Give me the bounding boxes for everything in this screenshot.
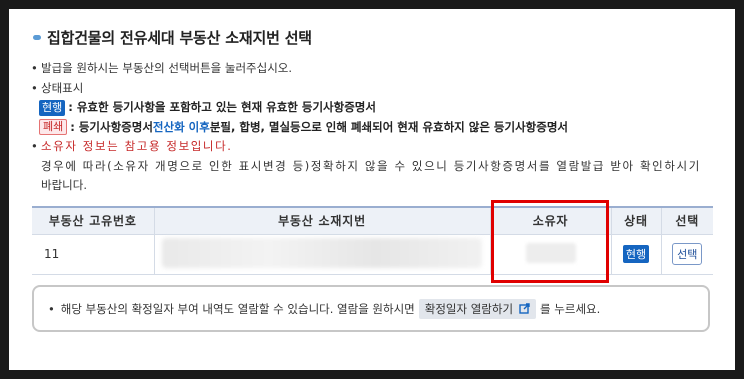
status-legend-text: : 유효한 등기사항을 포함하고 있는 현재 유효한 등기사항증명서: [68, 100, 376, 114]
select-button[interactable]: 선택: [672, 243, 703, 265]
table-row: 11 현행 선택: [32, 234, 713, 275]
instructions: • 발급을 원하시는 부동산의 선택버튼을 눌러주십시오. • 상태표시 현행 …: [31, 59, 721, 196]
title-bar: 집합건물의 전유세대 부동산 소재지번 선택: [33, 27, 312, 48]
notice-text: 를 누르세요.: [540, 301, 601, 316]
bullet-icon: •: [31, 139, 38, 153]
status-legend-highlight: 전산화 이후: [152, 119, 210, 134]
bullet-icon: •: [31, 61, 38, 75]
notice-box: • 해당 부동산의 확정일자 부여 내역도 열람할 수 있습니다. 열람을 원하…: [32, 285, 710, 332]
status-legend-text: : 등기사항증명서: [70, 119, 153, 134]
status-legend-closed: 폐쇄 : 등기사항증명서 전산화 이후 분필, 합병, 멸실등으로 인해 폐쇄되…: [31, 118, 721, 138]
table-header-row: 부동산 고유번호 부동산 소재지번 소유자 상태 선택: [32, 206, 713, 235]
instruction-text: 발급을 원하시는 부동산의 선택버튼을 눌러주십시오.: [41, 61, 293, 75]
bullet-icon: •: [48, 301, 55, 316]
redacted-address: [162, 237, 482, 268]
owner-highlight-box: [491, 200, 609, 283]
status-legend-current: 현행 : 유효한 등기사항을 포함하고 있는 현재 유효한 등기사항증명서: [31, 98, 721, 118]
view-button-label: 확정일자 열람하기: [424, 301, 514, 316]
col-header-id: 부동산 고유번호: [32, 206, 155, 235]
cell-status: 현행: [611, 234, 662, 275]
status-badge: 현행: [622, 245, 650, 263]
cell-address: [154, 234, 491, 275]
bullet-icon: •: [31, 80, 38, 95]
owner-note-text: 경우에 따라(소유자 개명으로 인한 표시변경 등)정확하지 않을 수 있으니 …: [41, 158, 701, 173]
title-marker-icon: [33, 35, 41, 40]
view-confirmed-date-button[interactable]: 확정일자 열람하기: [418, 298, 537, 319]
status-badge-closed: 폐쇄: [39, 119, 68, 136]
main-panel: 집합건물의 전유세대 부동산 소재지번 선택 • 발급을 원하시는 부동산의 선…: [9, 9, 735, 370]
instruction-item: • 발급을 원하시는 부동산의 선택버튼을 눌러주십시오.: [31, 59, 721, 79]
cell-select: 선택: [661, 234, 713, 275]
owner-warning-text: 소유자 정보는 참고용 정보입니다.: [41, 139, 233, 153]
cell-id: 11: [32, 234, 155, 275]
property-table: 부동산 고유번호 부동산 소재지번 소유자 상태 선택 11 현행 선택: [32, 206, 713, 275]
col-header-select: 선택: [661, 206, 713, 235]
owner-note-cont: 바랍니다.: [31, 176, 721, 196]
instruction-item: • 상태표시: [31, 79, 721, 99]
status-legend-text: 분필, 합병, 멸실등으로 인해 폐쇄되어 현재 유효하지 않은 등기사항증명서: [209, 119, 568, 134]
col-header-address: 부동산 소재지번: [154, 206, 491, 235]
owner-note: 경우에 따라(소유자 개명으로 인한 표시변경 등)정확하지 않을 수 있으니 …: [31, 157, 721, 177]
col-header-status: 상태: [611, 206, 662, 235]
status-badge-current: 현행: [39, 99, 66, 116]
notice-text: 해당 부동산의 확정일자 부여 내역도 열람할 수 있습니다. 열람을 원하시면: [60, 301, 415, 316]
instruction-text: 상태표시: [41, 80, 84, 95]
owner-warning: • 소유자 정보는 참고용 정보입니다.: [31, 137, 721, 157]
page-title: 집합건물의 전유세대 부동산 소재지번 선택: [47, 29, 312, 47]
owner-note-text: 바랍니다.: [41, 178, 87, 192]
external-link-icon: [519, 303, 530, 314]
